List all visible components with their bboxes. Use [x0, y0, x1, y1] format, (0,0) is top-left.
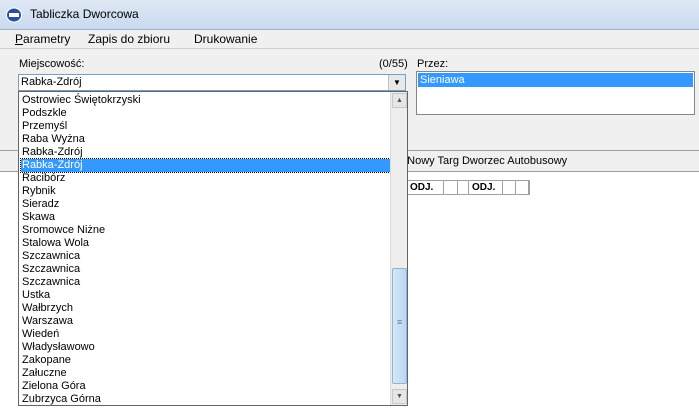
route-text: a Nowy Targ Dworzec Autobusowy — [398, 155, 568, 167]
dropdown-item[interactable]: Wałbrzych — [21, 302, 390, 315]
dropdown-item[interactable]: Rabka-Zdrój — [20, 158, 391, 173]
app-logo-icon — [6, 7, 22, 23]
miejscowosc-label: Miejscowość: — [19, 58, 85, 70]
grip-icon: ≡ — [397, 317, 403, 327]
przez-selected-item[interactable]: Sieniawa — [418, 73, 693, 87]
przez-label: Przez: — [417, 58, 449, 70]
dropdown-item[interactable]: Szczawnica — [21, 263, 390, 276]
col-blank-2 — [458, 181, 469, 194]
dropdown-item[interactable]: Załuczne — [21, 367, 390, 380]
count-label: (0/55) — [379, 58, 408, 70]
dropdown-item[interactable]: Podszkle — [21, 107, 390, 120]
dropdown-item[interactable]: Raba Wyżna — [21, 133, 390, 146]
dropdown-item[interactable]: Warszawa — [21, 315, 390, 328]
menu-drukowanie[interactable]: Drukowanie — [194, 32, 257, 46]
combo-value: Rabka-Zdrój — [21, 76, 82, 88]
dropdown-item[interactable]: Zakopane — [21, 354, 390, 367]
dropdown-item[interactable]: Szczawnica — [21, 276, 390, 289]
dropdown-scrollbar[interactable]: ▲ ≡ ▼ — [390, 92, 407, 405]
scroll-thumb[interactable]: ≡ — [392, 268, 407, 384]
dropdown-item[interactable]: Władysławowo — [21, 341, 390, 354]
dropdown-item[interactable]: Rabka-Zdrój — [21, 146, 390, 159]
dropdown-item[interactable]: Skawa — [21, 211, 390, 224]
menu-parametry[interactable]: Parametry — [15, 32, 70, 46]
dropdown-item[interactable]: Zielona Góra — [21, 380, 390, 393]
dropdown-item[interactable]: Stalowa Wola — [21, 237, 390, 250]
dropdown-item[interactable]: Zubrzyca Górna — [21, 393, 390, 405]
dropdown-item[interactable]: Szczawnica — [21, 250, 390, 263]
menu-zapis-do-zbioru[interactable]: Zapis do zbioru — [88, 32, 170, 46]
dropdown-item[interactable]: Sromowce Niżne — [21, 224, 390, 237]
col-blank-4 — [516, 181, 529, 194]
scroll-down-icon[interactable]: ▼ — [392, 389, 407, 404]
col-blank-1 — [444, 181, 458, 194]
col-odj-1: ODJ. — [407, 181, 444, 194]
chevron-down-icon[interactable]: ▼ — [388, 75, 405, 90]
timetable-header-row: ODJ. ODJ. — [406, 180, 530, 195]
title-bar: Tabliczka Dworcowa — [0, 0, 699, 30]
window-title: Tabliczka Dworcowa — [30, 7, 139, 21]
miejscowosc-dropdown-list[interactable]: Ostrowiec Świętokrzyski Podszkle Przemyśl R… — [18, 91, 408, 406]
dropdown-item[interactable]: Sieradz — [21, 198, 390, 211]
col-odj-2: ODJ. — [469, 181, 503, 194]
scroll-up-icon[interactable]: ▲ — [392, 93, 407, 108]
col-blank-3 — [503, 181, 516, 194]
dropdown-item[interactable]: Racibórz — [21, 172, 390, 185]
dropdown-item[interactable]: Rybnik — [21, 185, 390, 198]
dropdown-item[interactable]: Ostrowiec Świętokrzyski — [21, 94, 390, 107]
miejscowosc-combobox[interactable]: Rabka-Zdrój ▼ — [18, 74, 406, 91]
menu-bar: Parametry Zapis do zbioru Drukowanie — [0, 30, 699, 49]
dropdown-item[interactable]: Przemyśl — [21, 120, 390, 133]
przez-listbox[interactable]: Sieniawa — [416, 71, 695, 115]
dropdown-item[interactable]: Wiedeń — [21, 328, 390, 341]
dropdown-item[interactable]: Ustka — [21, 289, 390, 302]
